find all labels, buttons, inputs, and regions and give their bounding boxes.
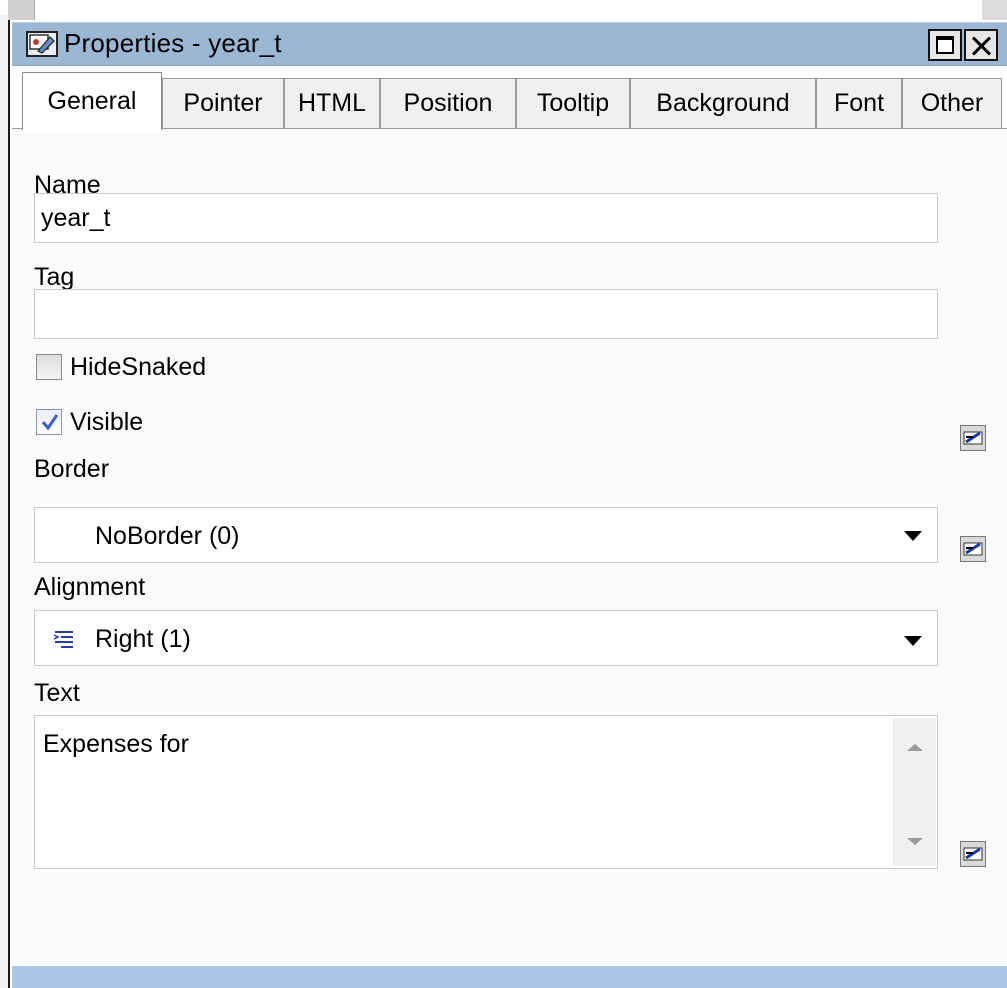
tab-label: HTML — [297, 89, 367, 117]
tab-general[interactable]: General — [22, 72, 162, 130]
scroll-down-icon[interactable] — [907, 838, 923, 845]
chevron-down-icon — [904, 531, 922, 541]
visible-label: Visible — [70, 408, 144, 436]
border-expression-button[interactable] — [960, 536, 986, 562]
tab-position[interactable]: Position — [380, 78, 516, 128]
properties-window: Properties - year_t General Pointer HTML… — [8, 20, 1007, 988]
tag-field[interactable] — [34, 289, 938, 339]
text-value: Expenses for — [43, 730, 189, 758]
text-scrollbar[interactable] — [893, 718, 936, 866]
properties-icon — [26, 31, 58, 57]
close-button[interactable] — [964, 29, 998, 61]
tab-label: Pointer — [183, 89, 263, 117]
window-title: Properties - year_t — [64, 28, 282, 58]
tag-label: Tag — [34, 263, 75, 291]
checkmark-icon — [41, 414, 59, 431]
alignment-label: Alignment — [34, 573, 146, 601]
alignment-dropdown[interactable]: Right (1) — [34, 610, 938, 666]
tab-font[interactable]: Font — [816, 78, 902, 128]
hidesnaked-label: HideSnaked — [70, 353, 207, 381]
visible-expression-button[interactable] — [960, 425, 986, 451]
border-value: NoBorder (0) — [95, 522, 240, 550]
tab-label: Position — [403, 89, 493, 117]
align-right-icon — [53, 631, 73, 648]
tab-label: Tooltip — [536, 89, 610, 117]
border-label: Border — [34, 455, 110, 483]
background-toolbar-fragment-right — [982, 0, 1007, 20]
tab-label: General — [47, 87, 137, 115]
expression-icon — [963, 847, 983, 861]
name-field[interactable]: year_t — [34, 193, 938, 243]
scroll-up-icon[interactable] — [907, 744, 923, 751]
background-edge — [0, 14, 8, 988]
status-bar — [12, 966, 1007, 988]
name-value: year_t — [41, 204, 111, 232]
tab-other[interactable]: Other — [902, 78, 1002, 128]
text-label: Text — [34, 679, 80, 707]
border-dropdown[interactable]: NoBorder (0) — [34, 507, 938, 563]
expression-icon — [963, 431, 983, 445]
tab-label: Other — [920, 89, 984, 117]
tab-label: Background — [656, 89, 790, 117]
tab-label: Font — [833, 89, 885, 117]
tab-background[interactable]: Background — [630, 78, 816, 128]
general-panel: Name year_t Tag HideSnaked Visible Borde… — [12, 129, 1007, 964]
visible-checkbox[interactable] — [36, 409, 62, 435]
expression-icon — [963, 542, 983, 556]
tab-tooltip[interactable]: Tooltip — [516, 78, 630, 128]
tab-html[interactable]: HTML — [284, 78, 380, 128]
tab-strip: General Pointer HTML Position Tooltip Ba… — [22, 72, 1007, 130]
top-strip — [0, 0, 1007, 20]
title-bar[interactable]: Properties - year_t — [12, 22, 1007, 66]
tab-pointer[interactable]: Pointer — [162, 78, 284, 128]
alignment-value: Right (1) — [95, 625, 191, 653]
chevron-down-icon — [904, 636, 922, 646]
background-toolbar-fragment — [8, 0, 35, 20]
text-area[interactable]: Expenses for — [34, 715, 938, 869]
hidesnaked-checkbox[interactable] — [36, 354, 62, 380]
maximize-button[interactable] — [928, 29, 962, 61]
text-expression-button[interactable] — [960, 841, 986, 867]
